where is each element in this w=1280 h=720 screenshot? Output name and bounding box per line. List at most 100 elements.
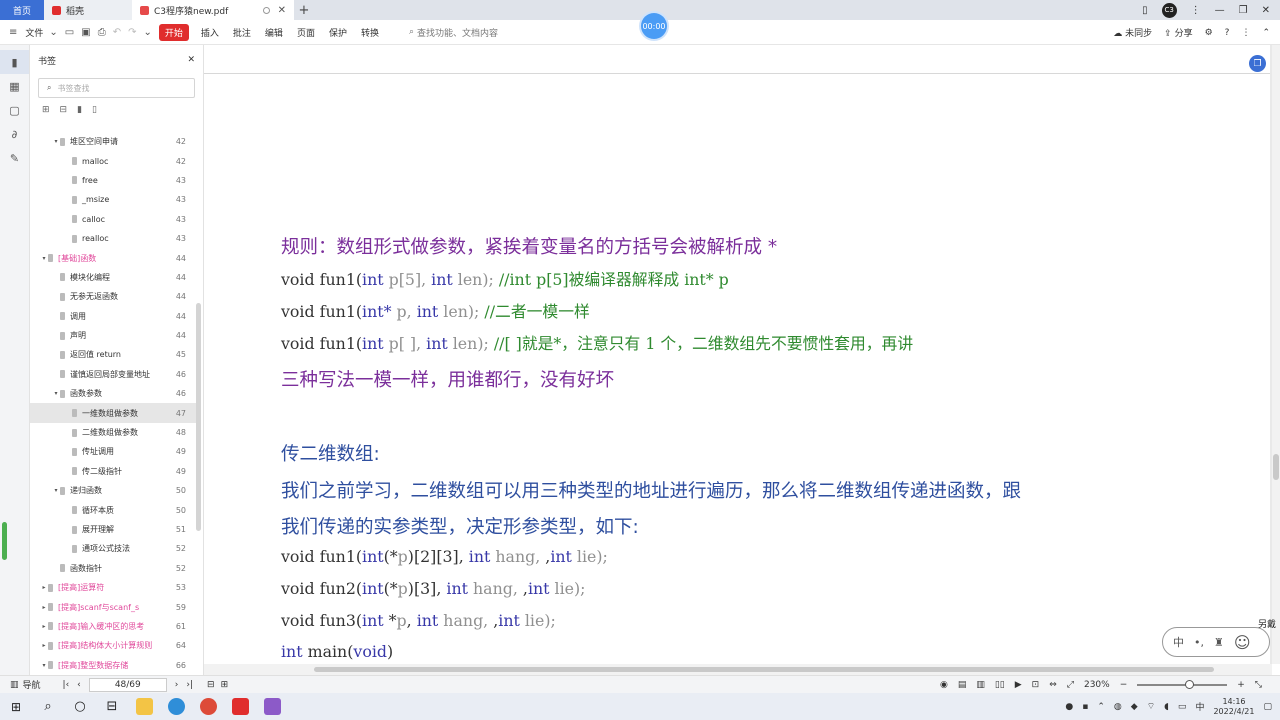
bookmark-item[interactable]: ▾ [提高]整型数据存储 66 [30, 656, 196, 675]
open-folder-icon[interactable]: ▭ [65, 27, 74, 38]
horizontal-scroll-thumb[interactable] [314, 667, 1214, 672]
mascot-icon[interactable]: ☺ [1234, 633, 1251, 652]
bookmark-item[interactable]: ▸ [提高]结构体大小计算规则 64 [30, 636, 196, 655]
sync-status[interactable]: ☁ 未同步 [1113, 26, 1152, 39]
share-button[interactable]: ⇪ 分享 [1164, 26, 1192, 39]
bookmark-item[interactable]: 通项公式技法 52 [30, 539, 196, 558]
continuous-page-icon[interactable]: ▥ [976, 680, 985, 690]
nav-icon[interactable]: ▥ [10, 680, 19, 690]
bookmark-item[interactable]: 二维数组做参数 48 [30, 423, 196, 442]
menu-comment[interactable]: 批注 [233, 26, 251, 39]
command-search[interactable]: ⌕ 查找功能、文档内容 [409, 26, 498, 39]
zoom-out-icon[interactable]: − [1120, 680, 1128, 690]
clock[interactable]: 14:16 2022/4/21 [1213, 697, 1254, 717]
tray-app-icon[interactable]: ◆ [1131, 702, 1138, 712]
expand-toggle-icon[interactable]: ▾ [40, 662, 48, 669]
expand-all-icon[interactable]: ⊞ [42, 105, 50, 115]
search-icon[interactable]: ⌕ [32, 693, 64, 720]
menu-insert[interactable]: 插入 [201, 26, 219, 39]
ime-mode-label[interactable]: 中 [1173, 634, 1184, 650]
tray-chevron-icon[interactable]: ⌃ [1097, 702, 1105, 712]
horizontal-scrollbar[interactable] [204, 664, 1272, 675]
bookmark-item[interactable]: _msize 43 [30, 190, 196, 209]
comment-panel-icon[interactable]: ▢ [0, 98, 29, 122]
delete-bookmark-icon[interactable]: ▯ [92, 105, 97, 115]
chrome-icon[interactable] [192, 693, 224, 720]
battery-icon[interactable]: ▭ [1178, 702, 1187, 712]
expand-toggle-icon[interactable]: ▾ [52, 487, 60, 494]
bookmark-item[interactable]: calloc 43 [30, 210, 196, 229]
ime-shirt-icon[interactable]: ♜ [1214, 636, 1224, 649]
minimize-icon[interactable]: — [1215, 5, 1225, 16]
bookmark-item[interactable]: 循环本质 50 [30, 500, 196, 519]
wifi-icon[interactable]: ⌔ [1147, 701, 1155, 712]
menu-file[interactable]: 文件 [25, 26, 43, 39]
restore-icon[interactable]: ❐ [1239, 5, 1248, 16]
close-window-icon[interactable]: ✕ [1262, 5, 1270, 16]
menu-start[interactable]: 开始 [158, 23, 189, 41]
expand-toggle-icon[interactable]: ▸ [40, 623, 48, 630]
collapse-all-icon[interactable]: ⊟ [60, 105, 68, 115]
bookmark-item[interactable]: ▸ [提高]scanf与scanf_s 59 [30, 597, 196, 616]
bookmark-item[interactable]: 谨慎返回局部变量地址 46 [30, 365, 196, 384]
file-explorer-icon[interactable] [128, 693, 160, 720]
rotate-right-icon[interactable]: ⊞ [221, 680, 229, 690]
vertical-scrollbar[interactable] [1272, 45, 1280, 664]
floating-tool-button[interactable]: ❐ [1249, 55, 1266, 72]
bookmark-item[interactable]: ▾ [基础]函数 44 [30, 248, 196, 267]
prev-page-icon[interactable]: ‹ [77, 680, 81, 690]
bookmark-panel-icon[interactable]: ▮ [0, 50, 29, 74]
expand-toggle-icon[interactable]: ▸ [40, 604, 48, 611]
bookmark-item[interactable]: 声明 44 [30, 326, 196, 345]
bookmark-item[interactable]: ▾ 函数参数 46 [30, 384, 196, 403]
menu-page[interactable]: 页面 [297, 26, 315, 39]
zoom-in-icon[interactable]: + [1237, 680, 1245, 690]
bookmark-item[interactable]: 返回值 return 45 [30, 345, 196, 364]
bookmark-search-input[interactable]: ⌕ 书签查找 [38, 78, 195, 98]
new-tab-button[interactable]: + [294, 0, 314, 20]
thumbnail-panel-icon[interactable]: ▦ [0, 74, 29, 98]
eye-protect-icon[interactable]: ◉ [940, 680, 948, 690]
bookmark-item[interactable]: 无参无返函数 44 [30, 287, 196, 306]
wps-icon[interactable] [224, 693, 256, 720]
widgets-icon[interactable]: ⊟ [96, 693, 128, 720]
task-view-icon[interactable]: ○ [64, 693, 96, 720]
bookmark-item[interactable]: ▾ 堆区空间申请 42 [30, 132, 196, 151]
bookmark-item[interactable]: 调用 44 [30, 307, 196, 326]
tablet-mode-icon[interactable]: ▯ [1142, 5, 1148, 16]
zoom-slider-knob[interactable] [1185, 680, 1195, 689]
bookmark-item[interactable]: malloc 42 [30, 151, 196, 170]
expand-toggle-icon[interactable]: ▾ [52, 390, 60, 397]
start-icon[interactable]: ⊞ [0, 693, 32, 720]
double-page-icon[interactable]: ▯▯ [995, 680, 1005, 690]
bookmark-item[interactable]: 传址调用 49 [30, 442, 196, 461]
print-icon[interactable]: ⎙ [98, 27, 106, 38]
close-sidebar-icon[interactable]: ✕ [187, 55, 195, 65]
vertical-scroll-thumb[interactable] [1273, 454, 1279, 480]
fit-width-icon[interactable]: ⇔ [1049, 680, 1057, 690]
expand-toggle-icon[interactable]: ▾ [40, 255, 48, 262]
signature-panel-icon[interactable]: ✎ [0, 146, 29, 170]
input-method-widget[interactable]: 中 •, ♜ ☺ [1162, 627, 1270, 657]
more-chevron-icon[interactable]: ⌄ [143, 27, 151, 38]
last-page-icon[interactable]: ›| [186, 680, 193, 690]
tab-home[interactable]: 首页 [0, 0, 44, 20]
add-bookmark-icon[interactable]: ▮ [77, 105, 82, 115]
fit-page-icon[interactable]: ⊡ [1032, 680, 1040, 690]
bookmark-item[interactable]: ▸ [提高]运算符 53 [30, 578, 196, 597]
zoom-level[interactable]: 230% [1084, 680, 1110, 690]
attachment-panel-icon[interactable]: ∂ [0, 122, 29, 146]
rotate-left-icon[interactable]: ⊟ [207, 680, 215, 690]
fit-window-icon[interactable]: ⤡ [1255, 680, 1262, 690]
ime-punctuation-icon[interactable]: •, [1194, 636, 1204, 649]
notification-icon[interactable]: ▢ [1263, 702, 1272, 712]
menu-protect[interactable]: 保护 [329, 26, 347, 39]
microphone-icon[interactable]: ● [1065, 702, 1073, 712]
single-page-icon[interactable]: ▤ [958, 680, 967, 690]
bookmark-item[interactable]: ▸ [提高]输入缓冲区的思考 61 [30, 617, 196, 636]
bookmark-item[interactable]: ▾ 递归函数 50 [30, 481, 196, 500]
hamburger-icon[interactable]: ≡ [9, 27, 17, 38]
save-icon[interactable]: ▣ [81, 27, 90, 38]
collapse-icon[interactable]: ⌃ [1262, 28, 1270, 38]
bookmark-item[interactable]: free 43 [30, 171, 196, 190]
